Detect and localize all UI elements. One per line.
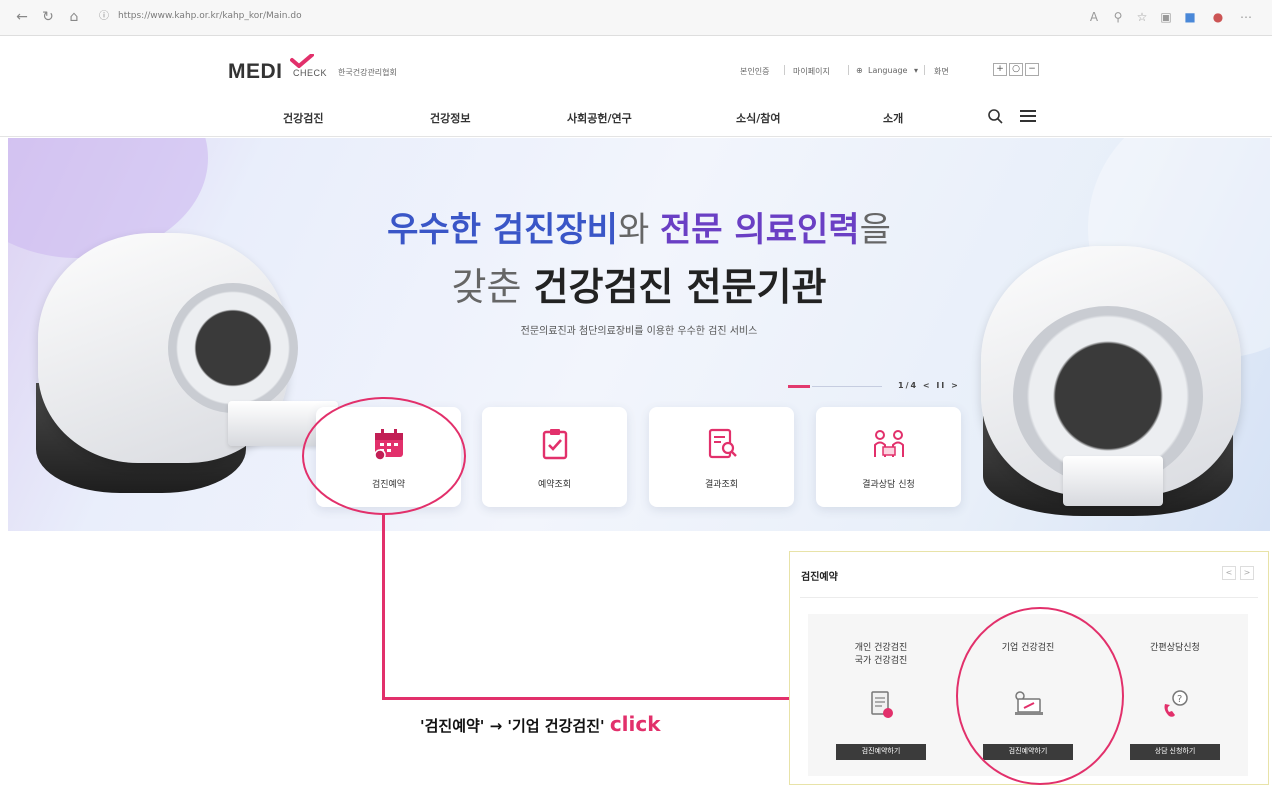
slide-counter-controls[interactable]: 1/4 < II >: [898, 381, 960, 390]
quick-menu-results[interactable]: 결과조회: [649, 407, 794, 507]
globe-icon: ⊕: [856, 66, 863, 75]
header-divider: [0, 136, 1272, 137]
more-icon[interactable]: ⋯: [1238, 9, 1254, 25]
gnb-item-about[interactable]: 소개: [883, 110, 903, 126]
hero-headline-part: 을: [859, 210, 891, 250]
favorite-icon[interactable]: ☆: [1134, 9, 1150, 25]
search-icon[interactable]: [987, 108, 1003, 124]
quick-menu-consultation[interactable]: 결과상담 신청: [816, 407, 961, 507]
panel-divider: [800, 597, 1258, 598]
gnb-item-social-research[interactable]: 사회공헌/연구: [567, 110, 632, 126]
extension-icon[interactable]: ■: [1182, 9, 1198, 25]
option-title: 개인 건강검진 국가 건강검진: [854, 643, 908, 666]
annotation-instruction-text: '검진예약' → '기업 건강검진': [420, 717, 610, 735]
option-title: 간편상담신청: [1150, 643, 1200, 653]
util-label-screen: 화면: [934, 67, 949, 76]
hero-headline-part: 와: [617, 210, 661, 250]
panel-next-button[interactable]: >: [1240, 566, 1254, 580]
highlight-circle-corporate: [956, 607, 1124, 785]
slide-progress-track: [812, 386, 882, 387]
annotation-instruction: '검진예약' → '기업 건강검진' click: [420, 712, 661, 736]
svg-text:?: ?: [1177, 694, 1182, 705]
panel-prev-button[interactable]: <: [1222, 566, 1236, 580]
site-info-icon[interactable]: ⓘ: [96, 9, 112, 25]
hero-headline-2: 갖춘 건강검진 전문기관: [8, 256, 1270, 311]
chevron-down-icon: ▾: [914, 66, 919, 75]
gnb-item-health-info[interactable]: 건강정보: [430, 110, 470, 126]
address-bar[interactable]: https://www.kahp.or.kr/kahp_kor/Main.do: [118, 11, 302, 21]
phone-question-icon: ?: [1164, 690, 1188, 717]
consultation-icon: [874, 430, 904, 457]
gnb-item-news[interactable]: 소식/참여: [736, 110, 781, 126]
refresh-icon[interactable]: ↻: [40, 9, 56, 25]
browser-toolbar: ← ↻ ⌂ ⓘ https://www.kahp.or.kr/kahp_kor/…: [0, 0, 1272, 36]
quick-menu-label: 예약조회: [537, 480, 572, 490]
option-personal-checkup[interactable]: 개인 건강검진 국가 건강검진 검진예약하기: [808, 614, 954, 776]
slide-progress-active: [788, 385, 810, 388]
annotation-arrow-vertical: [382, 513, 385, 700]
logo-check-mark-icon: [290, 54, 314, 68]
zoom-reset-button[interactable]: ○: [1009, 63, 1023, 76]
profile-icon[interactable]: ●: [1210, 9, 1226, 25]
logo-subtitle: 한국건강관리협회: [338, 68, 397, 77]
hero-banner: 우수한 검진장비와 전문 의료인력을 갖춘 건강검진 전문기관 전문의료진과 첨…: [8, 138, 1270, 531]
zoom-in-button[interactable]: +: [993, 63, 1007, 76]
read-aloud-icon[interactable]: A: [1086, 9, 1102, 25]
quick-menu-check-reservation[interactable]: 예약조회: [482, 407, 627, 507]
highlight-circle-reservation: [302, 397, 466, 515]
back-icon[interactable]: ←: [14, 9, 30, 25]
util-link-language[interactable]: Language: [868, 66, 907, 75]
util-separator: [848, 65, 849, 75]
logo-wordmark: MEDI: [228, 60, 283, 83]
util-separator: [784, 65, 785, 75]
clipboard-check-icon: [542, 429, 568, 460]
consultation-request-button[interactable]: 상담 신청하기: [1130, 744, 1220, 760]
hero-subtitle: 전문의료진과 첨단의료장비를 이용한 우수한 검진 서비스: [520, 326, 758, 337]
zoom-out-button[interactable]: −: [1025, 63, 1039, 76]
hero-headline-part: 갖춘: [451, 265, 534, 309]
quick-menu-label: 결과조회: [704, 480, 739, 490]
hamburger-menu-icon[interactable]: [1020, 110, 1036, 122]
collections-icon[interactable]: ▣: [1158, 9, 1174, 25]
util-link-mypage[interactable]: 마이페이지: [793, 66, 830, 77]
panel-title: 검진예약: [801, 572, 838, 583]
hero-headline-part: 우수한 검진장비: [387, 210, 618, 250]
annotation-click-word: click: [609, 712, 661, 736]
document-search-icon: [708, 428, 737, 459]
quick-menu-label: 결과상담 신청: [862, 480, 915, 490]
gnb-item-checkup[interactable]: 건강검진: [283, 110, 323, 126]
util-link-verify[interactable]: 본인인증: [740, 66, 769, 77]
home-icon[interactable]: ⌂: [66, 9, 82, 25]
hero-headline-part: 건강검진 전문기관: [533, 265, 827, 309]
personal-reserve-button[interactable]: 검진예약하기: [836, 744, 926, 760]
zoom-icon[interactable]: ⚲: [1110, 9, 1126, 25]
document-pen-icon: [871, 691, 893, 718]
logo-check-text: CHECK: [293, 68, 328, 78]
util-separator: [924, 65, 925, 75]
hero-headline-1: 우수한 검진장비와 전문 의료인력을: [8, 202, 1270, 251]
hero-headline-part: 전문 의료인력: [660, 210, 860, 250]
